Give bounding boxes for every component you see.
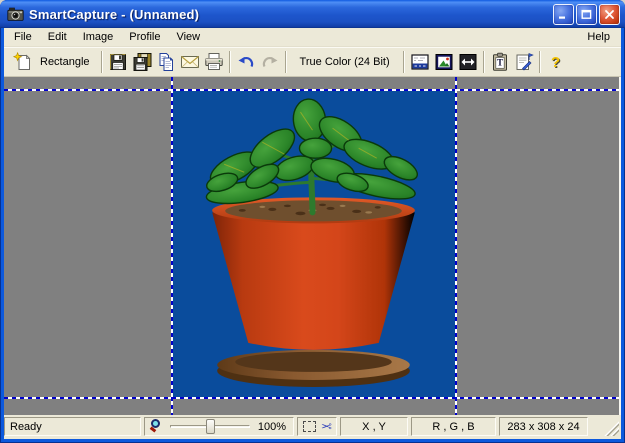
captured-image [172,90,456,397]
toolbar-separator [403,51,405,73]
new-capture-icon [13,52,33,72]
email-icon [180,52,200,72]
save-all-button[interactable] [130,50,154,74]
save-all-icon [132,52,152,72]
clipboard-letter: T [497,58,503,68]
copy-button[interactable] [154,50,178,74]
toolbar-separator [101,51,103,73]
cursor-position-panel: X , Y [340,417,408,436]
toolbar: Rectangle [4,47,621,77]
maximize-icon[interactable] [576,4,597,25]
toolbar-separator [483,51,485,73]
selection-rect-icon [303,421,316,432]
pixel-color-label: R , G , B [432,421,474,433]
zoom-slider-thumb[interactable] [206,419,215,434]
status-message: Ready [10,421,42,433]
capture-canvas[interactable] [4,77,621,415]
zoom-value: 100% [258,421,293,433]
view-image-icon [434,52,454,72]
statusbar: Ready 100% ✂ X , Y R , G , B [4,415,621,439]
undo-button[interactable] [234,50,258,74]
capture-screen-icon [410,52,430,72]
selection-guide-bottom[interactable] [4,397,619,399]
redo-button[interactable] [258,50,282,74]
toolbar-separator [539,51,541,73]
save-button[interactable] [106,50,130,74]
toolbar-separator [229,51,231,73]
minimize-icon[interactable] [553,4,574,25]
menu-help[interactable]: Help [578,29,619,45]
zoom-slider[interactable] [170,419,250,434]
help-button[interactable]: ? [544,50,568,74]
properties-icon [514,52,534,72]
image-dimensions-panel: 283 x 308 x 24 [499,417,588,436]
zoom-panel: 100% [144,417,294,436]
magnifier-icon [149,419,164,434]
color-depth-indicator[interactable]: True Color (24 Bit) [290,56,400,68]
pixel-color-panel: R , G , B [411,417,496,436]
menu-image[interactable]: Image [75,29,122,45]
email-button[interactable] [178,50,202,74]
print-button[interactable] [202,50,226,74]
properties-button[interactable] [512,50,536,74]
cursor-position-label: X , Y [362,421,386,433]
image-dimensions: 283 x 308 x 24 [507,421,579,433]
undo-icon [236,52,256,72]
scissors-icon: ✂ [321,420,332,433]
clipboard-text-button[interactable]: T [488,50,512,74]
capture-mode-button[interactable]: Rectangle [8,50,98,74]
selection-guide-top[interactable] [4,89,619,91]
capture-options-panel: ✂ [297,417,337,436]
selection-guide-right[interactable] [455,77,457,415]
menu-edit[interactable]: Edit [40,29,75,45]
window-title: SmartCapture - (Unnamed) [29,7,553,22]
clipboard-text-icon: T [490,52,510,72]
camera-icon [7,6,24,23]
toolbar-separator [285,51,287,73]
fit-window-icon [458,52,478,72]
capture-mode-label: Rectangle [40,56,90,68]
close-icon[interactable] [599,4,620,25]
status-message-panel: Ready [4,417,141,436]
help-icon: ? [551,55,560,70]
save-icon [108,52,128,72]
menubar: File Edit Image Profile View Help [4,28,621,47]
titlebar[interactable]: SmartCapture - (Unnamed) [0,0,625,28]
resize-grip[interactable] [602,419,619,436]
capture-screen-button[interactable] [408,50,432,74]
fit-window-button[interactable] [456,50,480,74]
print-icon [204,52,224,72]
menu-view[interactable]: View [168,29,208,45]
copy-icon [156,52,176,72]
menu-file[interactable]: File [6,29,40,45]
selection-guide-left[interactable] [171,77,173,415]
menu-profile[interactable]: Profile [121,29,168,45]
view-image-button[interactable] [432,50,456,74]
redo-icon [260,52,280,72]
app-window: SmartCapture - (Unnamed) File Edit Image… [0,0,625,443]
